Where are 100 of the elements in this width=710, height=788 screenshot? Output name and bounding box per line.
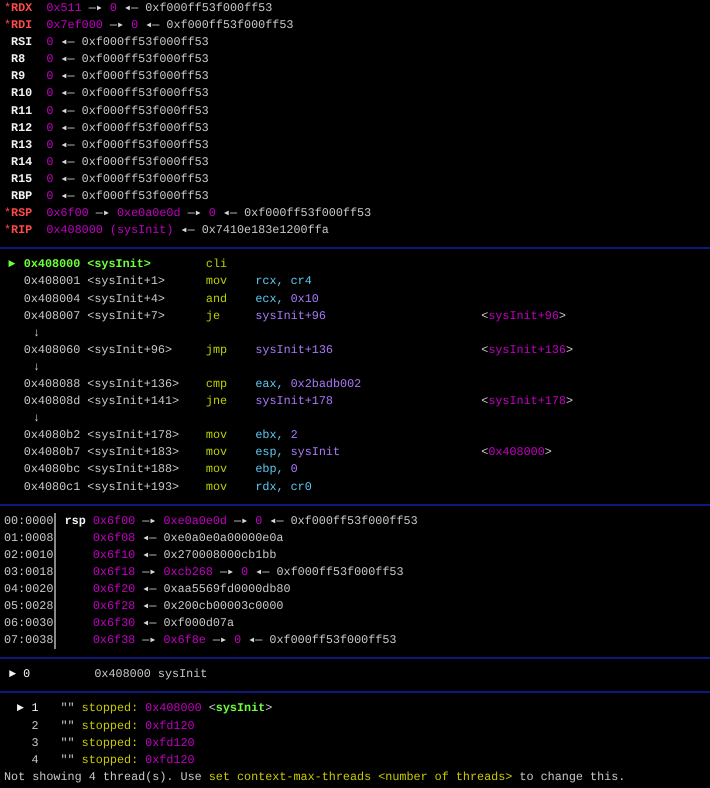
pointer-arrow: ◂— xyxy=(180,222,195,240)
memory-value: 0xf000ff53f000ff53 xyxy=(82,170,209,188)
pointer-value: 0 xyxy=(46,120,54,137)
thread-address: 0xfd120 xyxy=(145,718,195,735)
memory-value: 0xf000ff53f000ff53 xyxy=(244,205,372,222)
pointer-value: 0 xyxy=(46,102,54,120)
register-operand: cr4 xyxy=(290,273,312,290)
pointer-arrow: ◂— xyxy=(222,205,238,222)
mnemonic: mov xyxy=(206,462,228,476)
pointer-value: 0xcb268 xyxy=(163,564,213,581)
branch-target-comment: <sysInit+136> xyxy=(481,342,574,359)
frame-symbol: sysInit xyxy=(158,666,208,684)
pointer-value: 0x6f8e xyxy=(163,632,206,650)
pointer-value: 0x6f00 xyxy=(46,205,89,222)
pointer-arrow: ◂— xyxy=(60,188,75,206)
pointer-arrow: ◂— xyxy=(248,632,262,650)
branch-target-comment: <sysInit+96> xyxy=(481,308,566,325)
symbol-offset: <sysInit+96> xyxy=(87,342,174,359)
memory-value: 0xf000ff53f000ff53 xyxy=(82,120,209,137)
pointer-value: 0x6f10 xyxy=(92,546,136,564)
pointer-value: 0 xyxy=(46,85,54,102)
pointer-arrow: ◂— xyxy=(142,530,156,547)
thread-name: "" xyxy=(60,700,75,718)
pointer-value: 0 xyxy=(241,564,248,581)
memory-value: 0xf000ff53f000ff53 xyxy=(82,102,209,120)
instruction-address: 0x408088 xyxy=(24,376,82,393)
symbol-offset: <sysInit+1> xyxy=(87,273,166,290)
pointer-arrow: —▸ xyxy=(220,564,234,581)
immediate-operand: sysInit+136 xyxy=(255,342,333,359)
pointer-arrow: ◂— xyxy=(60,136,75,154)
mnemonic: mov xyxy=(206,274,228,288)
pointer-arrow: ◂— xyxy=(60,102,75,120)
pointer-value: 0 xyxy=(46,170,54,188)
memory-value: 0xf000ff53f000ff53 xyxy=(290,512,418,530)
branch-arrow: ↓ xyxy=(32,324,40,342)
symbol-offset: <sysInit+193> xyxy=(87,478,180,496)
thread-id: 1 xyxy=(32,700,40,718)
instruction-address: 0x408007 xyxy=(24,308,82,325)
thread-state: stopped: xyxy=(82,752,138,769)
pointer-arrow: ◂— xyxy=(255,564,270,581)
register-operand: ecx, xyxy=(255,290,284,308)
pointer-value: 0 xyxy=(208,205,216,222)
immediate-operand: 0x2badb002 xyxy=(290,376,362,393)
pointer-value: 0 xyxy=(46,136,54,154)
stack-offset: 07:0038 xyxy=(4,632,54,650)
register-name: RDI xyxy=(11,17,34,34)
pointer-arrow: —▸ xyxy=(88,0,103,17)
mnemonic: jmp xyxy=(206,342,228,357)
thread-address: 0x408000 xyxy=(145,700,202,718)
selected-marker: ► xyxy=(8,667,16,682)
register-operand: esp, xyxy=(255,444,284,462)
branch-target-comment: <0x408000> xyxy=(481,444,552,462)
pointer-value: 0x6f18 xyxy=(92,564,136,581)
memory-value: 0x270008000cb1bb xyxy=(163,546,276,564)
immediate-operand: sysInit+178 xyxy=(255,393,333,410)
pointer-arrow: —▸ xyxy=(142,632,156,650)
pointer-arrow: ◂— xyxy=(142,615,156,632)
mnemonic: jne xyxy=(206,394,228,408)
pointer-value: 0x6f38 xyxy=(92,632,136,650)
pointer-arrow: ◂— xyxy=(60,85,75,102)
symbol-offset: <sysInit+141> xyxy=(87,393,180,410)
changed-marker: * xyxy=(4,206,12,220)
mnemonic: mov xyxy=(206,480,228,494)
pointer-arrow: —▸ xyxy=(96,205,110,222)
instruction-address: 0x408060 xyxy=(24,342,82,359)
pointer-value: 0 xyxy=(110,0,117,17)
instruction-address: 0x408001 xyxy=(24,273,82,290)
pointer-value: 0 xyxy=(46,188,54,206)
memory-value: 0xe0a0e0a00000e0a xyxy=(163,530,284,547)
thread-name: "" xyxy=(60,734,75,752)
register-name: R13 xyxy=(11,136,34,154)
mnemonic: je xyxy=(206,308,220,323)
memory-value: 0xf000ff53f000ff53 xyxy=(269,632,396,650)
pointer-value: 0 xyxy=(46,154,54,171)
stack-offset: 04:0020 xyxy=(4,581,54,598)
thread-id: 2 xyxy=(32,718,40,735)
immediate-operand: 0x10 xyxy=(290,290,319,308)
register-name: RBP xyxy=(11,188,34,206)
symbol-offset: <sysInit+136> xyxy=(87,376,180,393)
pointer-value: 0x6f30 xyxy=(92,615,136,632)
thread-address: 0xfd120 xyxy=(145,752,195,769)
immediate-operand: sysInit xyxy=(290,444,340,462)
stack-offset: 02:0010 xyxy=(4,546,54,564)
memory-value: 0xf000ff53f000ff53 xyxy=(82,154,209,171)
frame-address: 0x408000 xyxy=(94,666,151,684)
pointer-arrow: ◂— xyxy=(60,51,75,68)
memory-value: 0xf000ff53f000ff53 xyxy=(145,0,272,17)
status-message: Not showing 4 thread(s). Use xyxy=(4,768,202,786)
memory-value: 0x7410e183e1200ffa xyxy=(202,222,329,240)
pointer-value: 0x6f20 xyxy=(92,581,136,598)
thread-state: stopped: xyxy=(82,734,138,752)
stack-offset: 03:0018 xyxy=(4,564,54,581)
pointer-value: 0xe0a0e0d xyxy=(163,512,227,530)
pointer-arrow: ◂— xyxy=(60,170,75,188)
pointer-arrow: —▸ xyxy=(234,512,248,530)
branch-arrow: ↓ xyxy=(32,410,40,428)
register-operand: rdx, xyxy=(255,478,284,496)
pointer-value: 0 xyxy=(131,17,138,34)
symbol-offset: <sysInit+188> xyxy=(87,461,180,478)
register-name: R15 xyxy=(11,170,34,188)
